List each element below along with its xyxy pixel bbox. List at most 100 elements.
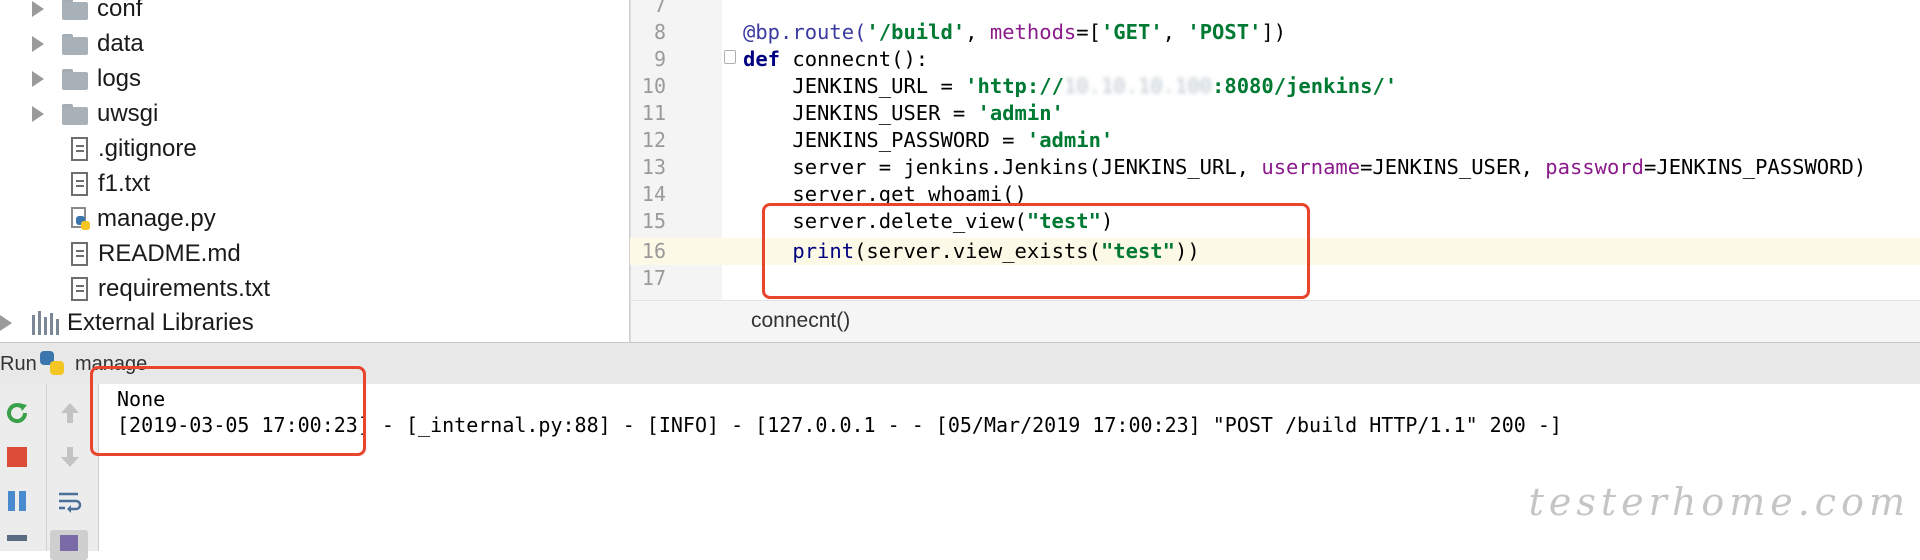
scroll-to-end-button[interactable]	[50, 530, 88, 560]
highlight-box-code	[762, 203, 1310, 299]
code-line-10: JENKINS_URL = 'http://10.10.10.100:8080/…	[743, 73, 1397, 100]
code-token: server = jenkins.Jenkins(JENKINS_URL,	[743, 155, 1262, 179]
code-token: def	[743, 47, 781, 71]
text-file-icon	[71, 277, 88, 301]
code-token: JENKINS_PASSWORD =	[743, 128, 1027, 152]
code-line-8: @bp.route('/build', methods=['GET', 'POS…	[743, 19, 1286, 46]
tree-item-requirements[interactable]: requirements.txt	[71, 272, 270, 306]
stop-icon	[7, 447, 27, 467]
code-token: =JENKINS_PASSWORD)	[1644, 155, 1867, 179]
line-number: 8	[653, 20, 666, 44]
expand-arrow-icon[interactable]	[0, 315, 12, 331]
tree-item-label: uwsgi	[97, 100, 159, 127]
line-number: 14	[641, 182, 666, 206]
breadcrumb[interactable]: connecnt()	[751, 309, 850, 333]
pause-icon	[8, 491, 26, 511]
code-token: '/build'	[866, 20, 966, 44]
tree-item-label: .gitignore	[98, 135, 197, 162]
line-number: 7	[653, 0, 666, 17]
project-tree: conf data logs uwsgi .gitignore f1.txt m…	[0, 0, 629, 342]
line-number: 10	[641, 74, 666, 98]
folder-icon	[62, 103, 88, 125]
watermark: testerhome.com	[1528, 480, 1910, 524]
tree-item-conf[interactable]: conf	[32, 0, 142, 26]
line-number: 12	[641, 128, 666, 152]
code-token: password	[1545, 155, 1645, 179]
tree-item-manage-py[interactable]: manage.py	[69, 202, 216, 236]
code-token: 'POST'	[1187, 20, 1262, 44]
expand-arrow-icon[interactable]	[32, 36, 44, 52]
console-output[interactable]: None [2019-03-05 17:00:23] - [_internal.…	[99, 384, 1920, 551]
code-line-11: JENKINS_USER = 'admin'	[743, 100, 1064, 127]
tree-item-label: logs	[97, 65, 142, 92]
code-token: 'admin'	[977, 101, 1064, 125]
expand-arrow-icon[interactable]	[32, 1, 44, 17]
breadcrumb-bar: connecnt()	[630, 300, 1920, 343]
tree-item-logs[interactable]: logs	[32, 62, 141, 96]
tree-item-gitignore[interactable]: .gitignore	[71, 132, 197, 166]
tree-item-uwsgi[interactable]: uwsgi	[32, 97, 158, 131]
stop-button[interactable]	[2, 442, 32, 472]
tree-item-external-libraries[interactable]: External Libraries	[0, 306, 254, 340]
blurred-ip-address: 10.10.10.100	[1063, 74, 1213, 98]
scroll-up-button[interactable]	[55, 398, 85, 428]
library-icon	[32, 311, 59, 335]
code-line-12: JENKINS_PASSWORD = 'admin'	[743, 127, 1113, 154]
rerun-icon	[7, 403, 28, 423]
restore-layout-button[interactable]	[2, 530, 32, 560]
arrow-down-icon	[61, 447, 79, 467]
tree-item-label: conf	[97, 0, 143, 22]
tree-item-label: External Libraries	[67, 309, 254, 336]
python-file-icon	[69, 207, 91, 231]
line-number: 17	[641, 266, 666, 290]
code-token: JENKINS_USER =	[743, 101, 978, 125]
code-token: =[	[1076, 20, 1101, 44]
python-icon	[40, 351, 66, 377]
folder-icon	[62, 0, 88, 20]
code-token: ])	[1261, 20, 1287, 44]
code-line-13: server = jenkins.Jenkins(JENKINS_URL, us…	[743, 154, 1866, 181]
soft-wrap-icon	[59, 492, 82, 513]
code-token: connecnt():	[780, 47, 929, 71]
pause-button[interactable]	[2, 486, 32, 516]
tree-item-label: data	[97, 30, 144, 57]
text-file-icon	[71, 137, 88, 161]
tree-item-f1-txt[interactable]: f1.txt	[71, 167, 150, 201]
code-token: 'http://	[965, 74, 1064, 98]
scroll-down-button[interactable]	[55, 442, 85, 472]
highlight-box-output	[90, 366, 366, 456]
line-number: 11	[641, 101, 666, 125]
folder-icon	[62, 68, 88, 90]
text-file-icon	[71, 242, 88, 266]
tree-item-readme[interactable]: README.md	[71, 237, 241, 271]
code-token: 'admin'	[1026, 128, 1114, 152]
code-line-9: def connecnt():	[743, 46, 928, 73]
tree-item-label: manage.py	[97, 205, 216, 232]
code-token: 'GET'	[1100, 20, 1163, 44]
code-token: JENKINS_URL =	[743, 74, 966, 98]
scroll-to-end-icon	[60, 535, 78, 551]
text-file-icon	[71, 172, 88, 196]
layout-icon	[7, 535, 27, 541]
tree-item-data[interactable]: data	[32, 27, 144, 61]
code-token: username	[1261, 155, 1361, 179]
arrow-up-icon	[61, 403, 79, 423]
line-number: 16	[641, 239, 666, 263]
run-toolbar	[0, 384, 99, 560]
code-token: =JENKINS_USER,	[1360, 155, 1546, 179]
line-number: 15	[641, 209, 666, 233]
run-panel-title: Run	[0, 353, 37, 375]
expand-arrow-icon[interactable]	[32, 71, 44, 87]
tree-item-label: requirements.txt	[98, 275, 271, 302]
line-number: 13	[641, 155, 666, 179]
expand-arrow-icon[interactable]	[32, 106, 44, 122]
code-token: methods	[989, 20, 1077, 44]
tree-item-label: README.md	[98, 240, 241, 267]
rerun-button[interactable]	[2, 398, 32, 428]
code-token: :8080/jenkins/'	[1212, 74, 1398, 98]
code-token: @bp.route(	[743, 20, 867, 44]
tree-item-label: f1.txt	[98, 170, 151, 197]
line-number: 9	[653, 47, 666, 71]
fold-icon[interactable]	[724, 50, 736, 64]
soft-wrap-button[interactable]	[55, 486, 85, 516]
